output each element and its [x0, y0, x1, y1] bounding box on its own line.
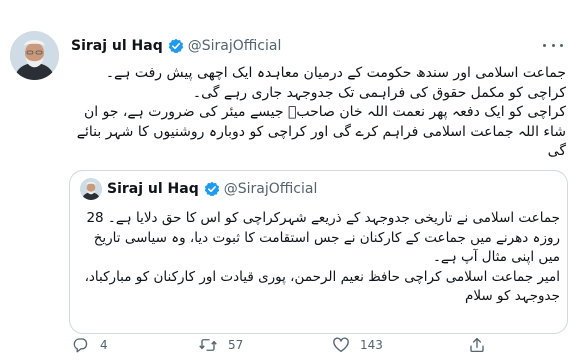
quoted-author-handle: @SirajOfficial — [223, 181, 318, 197]
tweet-actions: 4 57 143 — [72, 335, 568, 355]
verified-badge-icon — [204, 181, 220, 197]
tweet-text-line: جماعت اسلامی اور سندھ حکومت کے درمیان مع… — [105, 65, 566, 81]
quoted-author-name: Siraj ul Haq — [107, 181, 199, 197]
reply-icon — [72, 336, 90, 354]
heart-icon — [332, 336, 350, 354]
like-button[interactable]: 143 — [332, 335, 383, 355]
reply-count: 4 — [100, 338, 108, 352]
author-handle[interactable]: @SirajOfficial — [188, 38, 282, 54]
more-options-icon[interactable] — [543, 36, 563, 54]
quoted-author-avatar — [80, 178, 102, 200]
like-count: 143 — [360, 338, 383, 352]
quoted-tweet-header: Siraj ul Haq @SirajOfficial — [107, 180, 317, 198]
quoted-text-line: جماعت اسلامی نے تاریخی جدوجہد کے ذریعے ش… — [86, 210, 560, 265]
retweet-icon — [198, 336, 218, 354]
tweet-text-line: کراچی کو مکمل حقوق کی فراہمی تک جدوجہد ج… — [192, 84, 566, 101]
quoted-tweet-text: جماعت اسلامی نے تاریخی جدوجہد کے ذریعے ش… — [83, 209, 560, 307]
share-button[interactable] — [468, 335, 486, 355]
tweet[interactable]: Siraj ul Haq @SirajOfficial جماعت اسلامی… — [0, 0, 578, 362]
share-icon — [468, 336, 486, 354]
retweet-count: 57 — [228, 338, 244, 352]
quoted-text-line: امیر جماعت اسلامی کراچی حافظ نعیم الرحمن… — [84, 268, 560, 305]
verified-badge-icon — [168, 38, 184, 54]
retweet-button[interactable]: 57 — [198, 335, 243, 355]
tweet-text-line: کراچی کو ایک دفعہ پھر نعمت اللہ خان صاحب… — [76, 104, 566, 159]
tweet-text: جماعت اسلامی اور سندھ حکومت کے درمیان مع… — [70, 64, 566, 162]
author-name[interactable]: Siraj ul Haq — [71, 38, 163, 54]
author-avatar[interactable] — [10, 31, 59, 80]
reply-button[interactable]: 4 — [72, 335, 108, 355]
quoted-tweet[interactable]: Siraj ul Haq @SirajOfficial جماعت اسلامی… — [69, 170, 568, 334]
tweet-header: Siraj ul Haq @SirajOfficial — [71, 37, 281, 55]
